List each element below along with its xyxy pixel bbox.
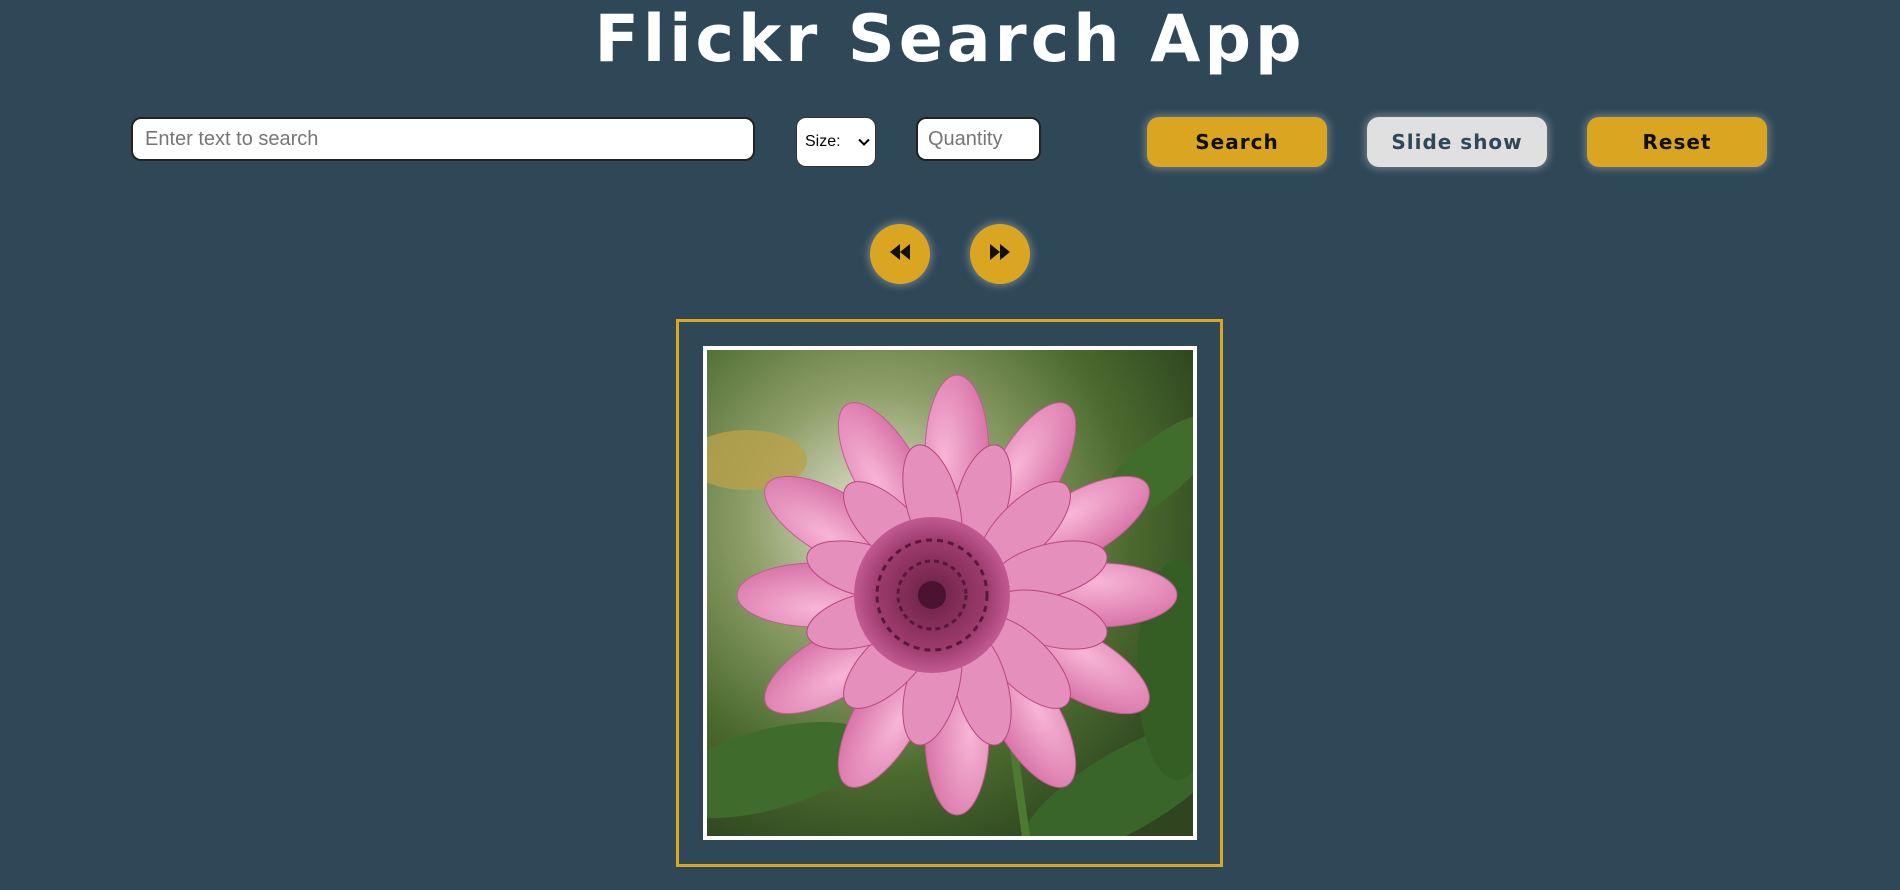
slideshow-button[interactable]: Slide show (1367, 117, 1547, 167)
rewind-icon (888, 243, 912, 265)
fast-forward-icon (988, 243, 1012, 265)
next-button[interactable] (970, 224, 1030, 284)
gallery-frame (676, 319, 1223, 867)
gallery-photo[interactable] (703, 346, 1197, 840)
page-title: Flickr Search App (594, 2, 1306, 77)
search-input[interactable] (131, 117, 755, 161)
reset-button[interactable]: Reset (1587, 117, 1767, 167)
chevron-down-icon (857, 135, 871, 149)
search-button[interactable]: Search (1147, 117, 1327, 167)
previous-button[interactable] (870, 224, 930, 284)
size-select[interactable]: Size: (796, 117, 876, 167)
size-select-value: Size: (805, 133, 841, 150)
quantity-input[interactable] (916, 117, 1041, 161)
